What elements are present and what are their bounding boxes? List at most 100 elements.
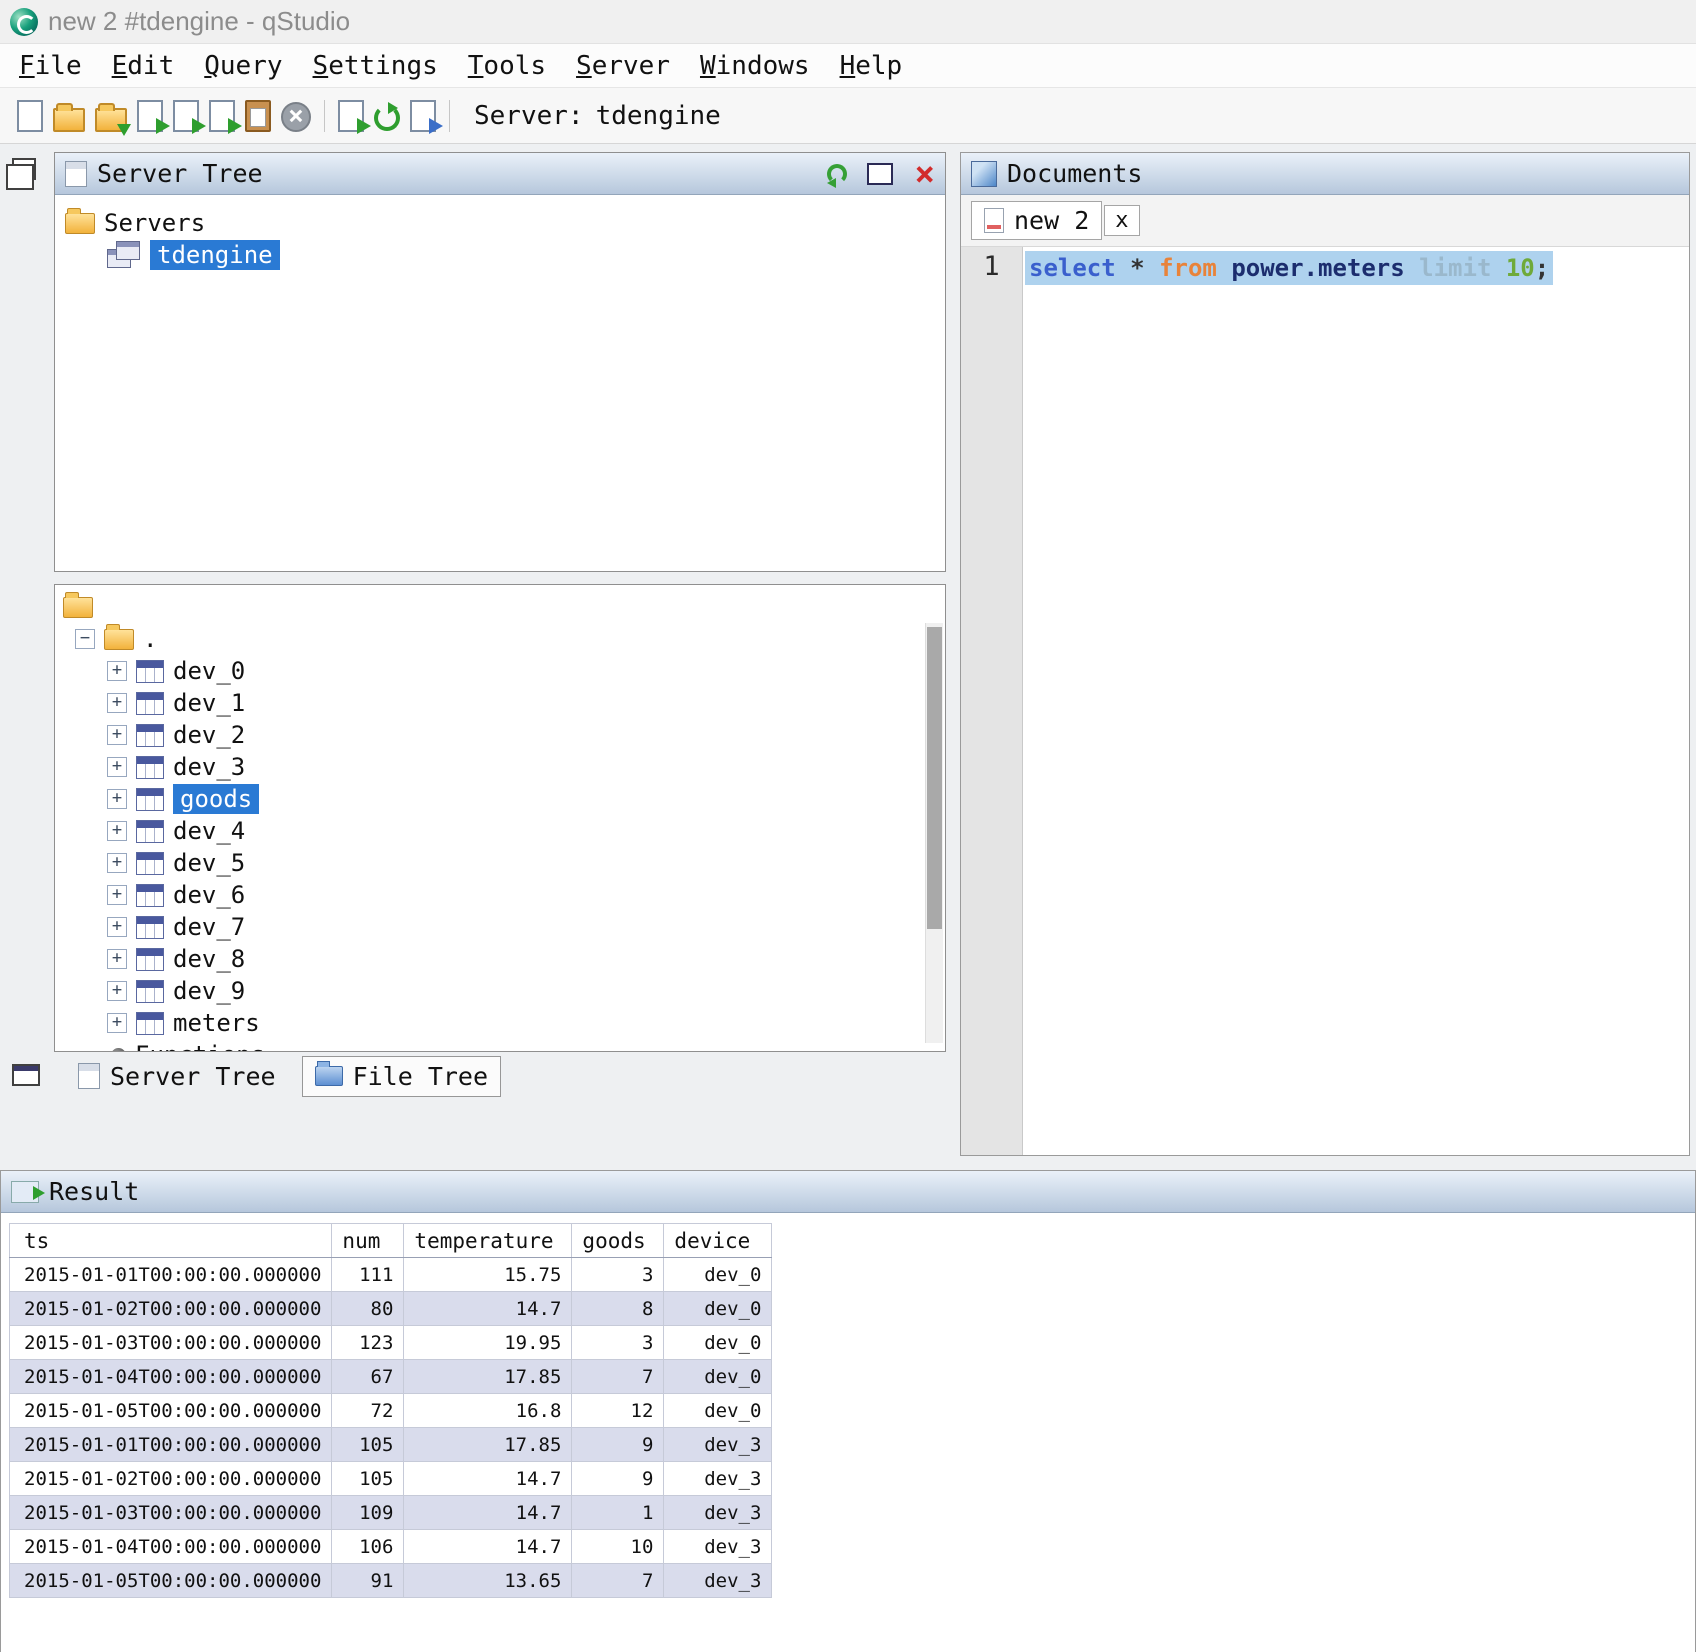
table-row[interactable]: 2015-01-03T00:00:00.00000010914.71dev_3: [10, 1496, 772, 1530]
folder-icon: [65, 213, 95, 234]
table-cell: 17.85: [404, 1428, 572, 1462]
expand-icon[interactable]: +: [107, 853, 127, 873]
close-icon[interactable]: ×: [915, 163, 935, 185]
expand-icon[interactable]: +: [107, 757, 127, 777]
open-file-icon[interactable]: [53, 108, 85, 132]
append-query-icon[interactable]: [209, 100, 235, 132]
sql-token: [1217, 254, 1231, 282]
tree-item-goods[interactable]: +goods: [63, 783, 945, 815]
paste-icon[interactable]: [245, 100, 271, 132]
table-cell: 80: [332, 1292, 404, 1326]
tree-item-label: dev_1: [173, 689, 245, 717]
tree-item-dev_8[interactable]: +dev_8: [63, 943, 945, 975]
collapse-icon[interactable]: −: [75, 629, 95, 649]
menu-item-edit[interactable]: Edit: [97, 47, 190, 85]
table-cell: 12: [572, 1394, 664, 1428]
expand-icon[interactable]: +: [107, 1013, 127, 1033]
menu-item-help[interactable]: Help: [825, 47, 918, 85]
tab-file-tree[interactable]: File Tree: [302, 1056, 501, 1097]
stop-icon[interactable]: [281, 102, 311, 132]
expand-icon[interactable]: +: [107, 885, 127, 905]
table-row[interactable]: 2015-01-05T00:00:00.0000007216.812dev_0: [10, 1394, 772, 1428]
table-icon: [136, 916, 164, 939]
tab-new-2[interactable]: new 2: [971, 201, 1102, 240]
tree-item-functions[interactable]: Functions: [63, 1039, 945, 1052]
expand-icon[interactable]: +: [107, 821, 127, 841]
table-row[interactable]: 2015-01-02T00:00:00.00000010514.79dev_3: [10, 1462, 772, 1496]
table-row[interactable]: 2015-01-01T00:00:00.00000010517.859dev_3: [10, 1428, 772, 1462]
table-cell: 72: [332, 1394, 404, 1428]
tree-item-dev_2[interactable]: +dev_2: [63, 719, 945, 751]
maximize-icon[interactable]: [867, 163, 893, 185]
server-tree-tab-label: Server Tree: [110, 1062, 276, 1091]
menu-item-query[interactable]: Query: [189, 47, 297, 85]
tab-server-tree[interactable]: Server Tree: [66, 1057, 288, 1096]
sql-line: select * from power.meters limit 10;: [1025, 251, 1553, 285]
tree-scrollbar-thumb[interactable]: [927, 627, 942, 929]
menu-item-windows[interactable]: Windows: [685, 47, 825, 85]
import-file-icon[interactable]: [95, 108, 127, 132]
column-header-device[interactable]: device: [664, 1224, 772, 1258]
table-row[interactable]: 2015-01-01T00:00:00.00000011115.753dev_0: [10, 1258, 772, 1292]
minimized-panel-icon[interactable]: [12, 1064, 40, 1086]
line-number-gutter: 1: [961, 247, 1023, 1155]
restore-panels-icon[interactable]: [12, 158, 36, 180]
table-row[interactable]: 2015-01-02T00:00:00.0000008014.78dev_0: [10, 1292, 772, 1326]
table-row[interactable]: 2015-01-03T00:00:00.00000012319.953dev_0: [10, 1326, 772, 1360]
expand-icon[interactable]: +: [107, 693, 127, 713]
tree-item-dev_7[interactable]: +dev_7: [63, 911, 945, 943]
expand-icon[interactable]: +: [107, 917, 127, 937]
expand-icon[interactable]: +: [107, 789, 127, 809]
refresh-icon[interactable]: [374, 105, 400, 131]
column-header-goods[interactable]: goods: [572, 1224, 664, 1258]
result-table[interactable]: tsnumtemperaturegoodsdevice 2015-01-01T0…: [9, 1223, 772, 1598]
tree-item-dev_0[interactable]: +dev_0: [63, 655, 945, 687]
expand-icon[interactable]: +: [107, 725, 127, 745]
tab-close-button[interactable]: x: [1104, 205, 1139, 236]
refresh-icon[interactable]: [827, 164, 847, 184]
tree-item-dev_6[interactable]: + dev_6: [63, 879, 945, 911]
tree-item-dev_5[interactable]: +dev_5: [63, 847, 945, 879]
send-query-icon[interactable]: [173, 100, 199, 132]
tree-item-servers[interactable]: Servers: [65, 207, 935, 239]
insert-query-icon[interactable]: [137, 100, 163, 132]
column-header-ts[interactable]: ts: [10, 1224, 332, 1258]
column-header-num[interactable]: num: [332, 1224, 404, 1258]
new-document-icon[interactable]: [17, 100, 43, 132]
expand-icon[interactable]: +: [107, 981, 127, 1001]
table-cell: 10: [572, 1530, 664, 1564]
server-field: Server: tdengine: [474, 101, 721, 131]
tree-item-tdengine[interactable]: tdengine: [65, 239, 935, 271]
tree-item-dev_9[interactable]: +dev_9: [63, 975, 945, 1007]
table-row[interactable]: 2015-01-04T00:00:00.00000010614.710dev_3: [10, 1530, 772, 1564]
result-body: tsnumtemperaturegoodsdevice 2015-01-01T0…: [1, 1213, 1695, 1652]
table-cell: 105: [332, 1428, 404, 1462]
menu-item-tools[interactable]: Tools: [453, 47, 561, 85]
code-area[interactable]: select * from power.meters limit 10;: [1023, 247, 1689, 1155]
table-row[interactable]: 2015-01-05T00:00:00.0000009113.657dev_3: [10, 1564, 772, 1598]
result-icon: [11, 1181, 39, 1203]
sql-editor[interactable]: 1 select * from power.meters limit 10;: [961, 247, 1689, 1155]
tree-root-folder-row[interactable]: [63, 591, 945, 623]
menu-item-file[interactable]: File: [4, 47, 97, 85]
menu-item-settings[interactable]: Settings: [298, 47, 453, 85]
tree-item-meters[interactable]: +meters: [63, 1007, 945, 1039]
expand-icon[interactable]: +: [107, 949, 127, 969]
table-icon: [136, 948, 164, 971]
tree-item-label: dev_6: [173, 881, 245, 909]
tree-item-dev_4[interactable]: +dev_4: [63, 815, 945, 847]
server-selector[interactable]: tdengine: [596, 101, 721, 131]
table-cell: 2015-01-05T00:00:00.000000: [10, 1564, 332, 1598]
tree-item-dev_1[interactable]: + dev_1: [63, 687, 945, 719]
column-header-temperature[interactable]: temperature: [404, 1224, 572, 1258]
table-icon: [136, 852, 164, 875]
expand-icon[interactable]: +: [107, 661, 127, 681]
table-row[interactable]: 2015-01-04T00:00:00.0000006717.857dev_0: [10, 1360, 772, 1394]
table-cell: dev_3: [664, 1496, 772, 1530]
export-icon[interactable]: [410, 100, 436, 132]
tree-scrollbar[interactable]: [925, 623, 943, 1043]
tree-item-dev_3[interactable]: +dev_3: [63, 751, 945, 783]
tree-item-root[interactable]: − .: [63, 623, 945, 655]
execute-query-icon[interactable]: [338, 100, 364, 132]
menu-item-server[interactable]: Server: [561, 47, 685, 85]
